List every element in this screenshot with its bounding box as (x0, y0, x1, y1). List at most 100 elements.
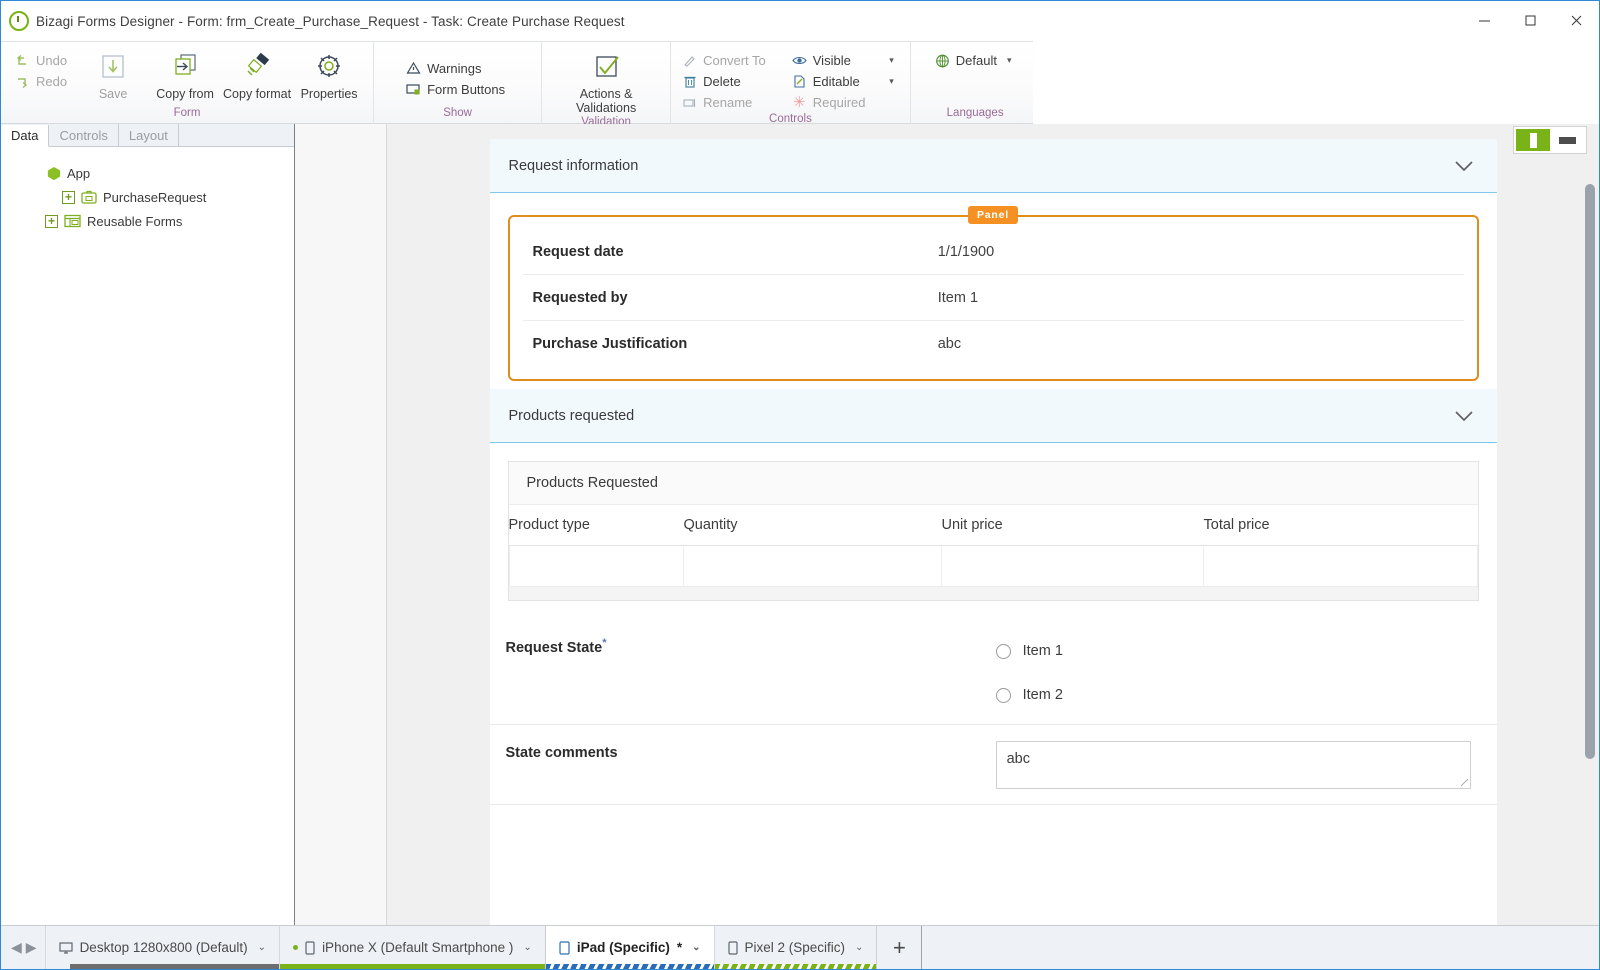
tab-controls[interactable]: Controls (49, 124, 119, 146)
monitor-icon (58, 941, 73, 954)
properties-button[interactable]: Properties (293, 45, 365, 102)
device-tab-ipad[interactable]: iPad (Specific) * ⌄ (544, 926, 714, 969)
tab-layout[interactable]: Layout (118, 124, 179, 146)
editable-button[interactable]: Editable ▾ (790, 71, 900, 92)
ribbon: Undo Redo Save Copy from Copy format Pro… (1, 41, 1244, 128)
editor-gutter (295, 124, 387, 925)
undo-icon (16, 54, 26, 65)
tab-nav-arrows: ◀ ▶ (1, 926, 45, 969)
chevron-down-icon[interactable]: ▾ (889, 76, 894, 87)
tree-node-app-label: App (67, 165, 91, 181)
tree-node-app[interactable]: App (1, 161, 294, 185)
device-tab-ipad-modified: * (676, 940, 683, 955)
form-buttons-button[interactable]: Form Buttons (404, 79, 511, 100)
portrait-view-icon (1529, 132, 1537, 148)
entity-icon (81, 190, 97, 204)
convert-to-label: Convert To (703, 53, 766, 68)
save-button[interactable]: Save (77, 45, 149, 102)
undo-button[interactable]: Undo (13, 50, 73, 71)
minimize-button[interactable] (1461, 1, 1507, 39)
column-header-total-price: Total price (1203, 517, 1270, 533)
chevron-down-icon[interactable]: ⌄ (523, 942, 531, 953)
label-requested-by: Requested by (532, 289, 628, 306)
request-information-body: Panel Request date 1/1/1900 Requested by… (490, 193, 1497, 389)
panel-badge: Panel (967, 206, 1019, 224)
chevron-down-icon[interactable] (1453, 410, 1475, 422)
section-header-request-information[interactable]: Request information (489, 139, 1497, 193)
form-row-state-comments[interactable]: State comments abc (489, 725, 1497, 805)
radio-icon[interactable] (995, 643, 1011, 659)
ribbon-empty-space (1033, 41, 1599, 124)
maximize-button[interactable] (1507, 1, 1553, 39)
chevron-down-icon[interactable] (1453, 160, 1475, 172)
label-request-state: Request State* (506, 629, 934, 656)
tab-next-button[interactable]: ▶ (26, 939, 37, 956)
device-tab-pixel-2[interactable]: Pixel 2 (Specific) ⌄ (713, 926, 877, 969)
copy-from-icon (170, 49, 200, 85)
asterisk-icon: ✳ (792, 94, 806, 111)
redo-button[interactable]: Redo (13, 71, 73, 92)
cell-total-price[interactable] (1203, 546, 1478, 587)
cell-product-type[interactable] (508, 546, 684, 587)
portrait-view-button[interactable] (1516, 129, 1550, 151)
value-purchase-justification[interactable]: abc (938, 336, 1454, 352)
state-comments-textarea[interactable]: abc (995, 741, 1471, 789)
label-request-state-text: Request State (505, 639, 603, 656)
form-row-request-date[interactable]: Request date 1/1/1900 (522, 229, 1464, 275)
form-row-purchase-justification[interactable]: Purchase Justification abc (523, 321, 1464, 367)
tree-node-purchaserequest[interactable]: + PurchaseRequest (1, 185, 294, 209)
landscape-view-button[interactable] (1550, 129, 1584, 151)
editable-label: Editable (812, 74, 860, 89)
device-tab-iphone-x-underline (280, 964, 545, 969)
add-device-tab-button[interactable]: + (876, 926, 923, 969)
chevron-down-icon[interactable]: ▾ (889, 55, 894, 66)
close-button[interactable] (1553, 1, 1599, 39)
radio-label-item-2: Item 2 (1022, 687, 1063, 703)
canvas-scrollbar-thumb[interactable] (1585, 184, 1595, 759)
tab-prev-button[interactable]: ◀ (11, 939, 22, 956)
section-header-products-requested[interactable]: Products requested (489, 389, 1497, 443)
default-language-button[interactable]: Default ▾ (933, 50, 1018, 71)
chevron-down-icon[interactable]: ⌄ (855, 942, 863, 953)
convert-to-button[interactable]: Convert To (681, 50, 772, 71)
actions-validations-button[interactable]: Actions & Validations (550, 45, 662, 116)
value-requested-by[interactable]: Item 1 (938, 290, 1454, 306)
device-tab-iphone-x[interactable]: iPhone X (Default Smartphone ) ⌄ (279, 926, 545, 969)
expander-plus-icon[interactable]: + (62, 190, 75, 204)
chevron-down-icon[interactable]: ⌄ (258, 942, 266, 953)
chevron-down-icon[interactable]: ⌄ (692, 942, 700, 953)
label-request-date: Request date (532, 243, 624, 260)
tree-node-reusable-forms[interactable]: + Reusable Forms (1, 209, 294, 233)
copy-from-button[interactable]: Copy from (149, 45, 221, 102)
cell-quantity[interactable] (683, 546, 942, 587)
default-language-label: Default (955, 53, 997, 68)
products-grid[interactable]: Products Requested Product type Quantity… (507, 461, 1479, 601)
visible-button[interactable]: Visible ▾ (790, 50, 900, 71)
tab-data-label: Data (11, 128, 39, 143)
window-controls (1461, 1, 1599, 39)
data-tree: App + PurchaseRequest + Reusable Forms (1, 147, 294, 233)
form-sheet: Request information Panel Request date 1… (489, 139, 1497, 925)
expander-plus-icon[interactable]: + (45, 214, 58, 228)
tab-data[interactable]: Data (1, 125, 50, 147)
rename-button[interactable]: Rename (681, 92, 772, 113)
table-row[interactable] (508, 546, 1478, 587)
radio-option-item-2[interactable]: Item 2 (995, 673, 1479, 717)
chevron-down-icon[interactable]: ▾ (1007, 55, 1012, 66)
copy-format-button[interactable]: Copy format (221, 45, 293, 102)
delete-button[interactable]: Delete (681, 71, 772, 92)
radio-icon[interactable] (995, 687, 1011, 703)
form-row-request-state[interactable]: Request State* Item 1 Item 2 (489, 617, 1497, 725)
rename-icon (683, 99, 696, 107)
tab-layout-label: Layout (128, 127, 168, 143)
device-tab-desktop[interactable]: Desktop 1280x800 (Default) ⌄ (44, 926, 280, 969)
cell-unit-price[interactable] (941, 546, 1204, 587)
radio-option-item-1[interactable]: Item 1 (995, 629, 1479, 673)
form-row-requested-by[interactable]: Requested by Item 1 (522, 275, 1464, 321)
warnings-button[interactable]: Warnings (404, 58, 511, 79)
globe-icon (935, 54, 949, 67)
panel-container[interactable]: Panel Request date 1/1/1900 Requested by… (507, 206, 1479, 381)
value-request-date[interactable]: 1/1/1900 (938, 244, 1454, 260)
required-button[interactable]: ✳ Required (790, 92, 900, 113)
left-panel-tabs: Data Controls Layout (1, 124, 294, 147)
